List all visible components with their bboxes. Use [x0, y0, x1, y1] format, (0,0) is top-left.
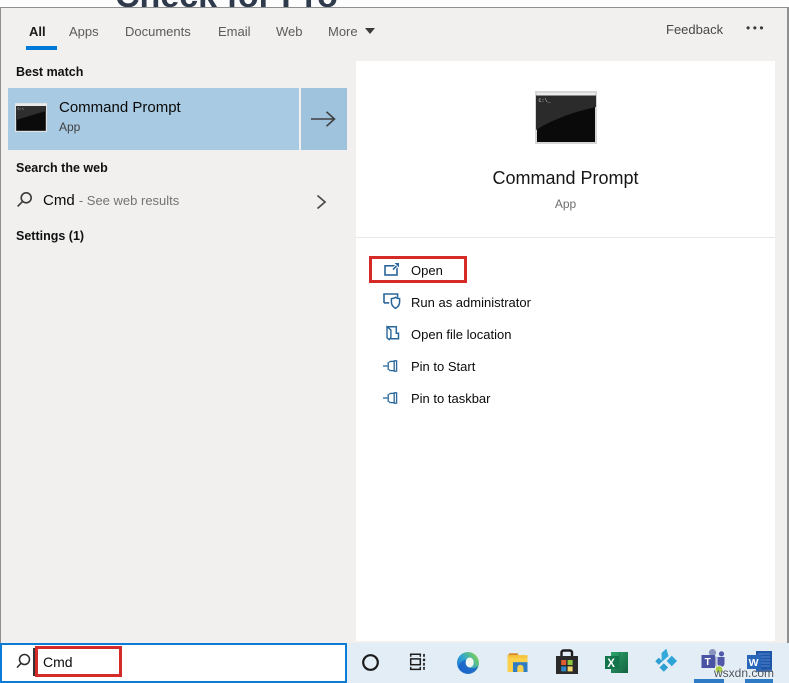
- svg-text:X: X: [607, 658, 615, 670]
- svg-text:C:\: C:\: [18, 107, 24, 112]
- svg-text:C:\_: C:\_: [539, 98, 552, 104]
- svg-text:T: T: [705, 657, 711, 668]
